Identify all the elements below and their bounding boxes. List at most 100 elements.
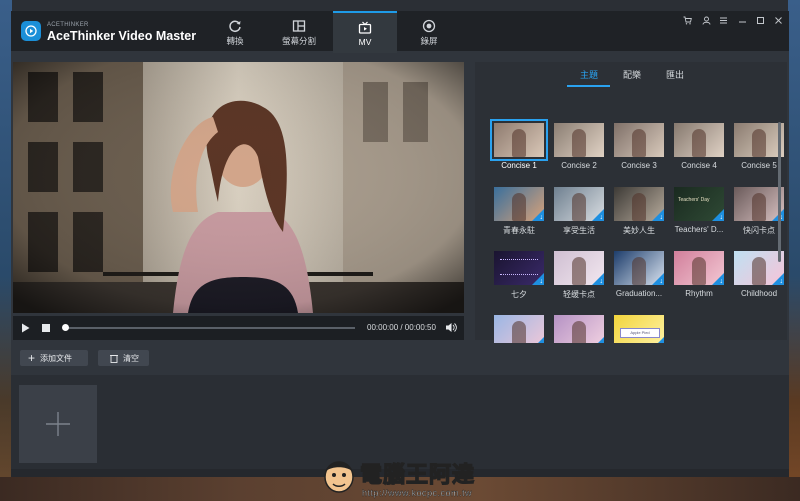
thumbnail-text: Apple Pied xyxy=(620,328,660,338)
mv-icon xyxy=(358,21,372,34)
stop-icon[interactable] xyxy=(42,324,50,332)
title-bar: ACETHINKER AceThinker Video Master 轉換 螢幕… xyxy=(11,11,789,53)
play-icon[interactable] xyxy=(21,323,30,333)
thumbnail-figure xyxy=(692,129,706,157)
progress-track[interactable] xyxy=(65,327,355,329)
thumbnail-figure xyxy=(692,257,706,285)
thumbnail-figure xyxy=(572,193,586,221)
refresh-icon xyxy=(229,20,241,33)
user-icon[interactable] xyxy=(700,16,712,27)
subtab-music[interactable]: 配樂 xyxy=(614,68,650,81)
minimize-icon[interactable] xyxy=(736,16,748,27)
download-icon[interactable]: ↓ xyxy=(592,273,604,285)
site-watermark: 電腦王阿達 http://www.kocpc.com.tw xyxy=(322,455,522,501)
theme-thumbnail[interactable] xyxy=(554,123,604,157)
progress-handle[interactable] xyxy=(62,324,69,331)
theme-label: Teachers' D... xyxy=(674,225,724,234)
theme-thumbnail[interactable]: ↓ xyxy=(674,251,724,285)
theme-label: Concise 1 xyxy=(501,161,537,170)
tab-mv-label: MV xyxy=(358,37,372,47)
tab-record-label: 錄屏 xyxy=(420,36,438,46)
thumbnail-decoration xyxy=(500,259,538,275)
theme-thumbnail[interactable]: ↓ xyxy=(614,187,664,221)
theme-thumbnail[interactable]: ↓ xyxy=(554,187,604,221)
subtab-active-indicator xyxy=(567,85,610,87)
tab-convert[interactable]: 轉換 xyxy=(203,11,267,51)
plus-icon: + xyxy=(28,351,36,365)
download-icon[interactable]: ↓ xyxy=(652,273,664,285)
tab-split-screen[interactable]: 螢幕分割 xyxy=(267,11,331,51)
watermark-text: 電腦王阿達 xyxy=(359,461,476,487)
tab-mv[interactable]: MV xyxy=(333,11,397,53)
mascot-logo xyxy=(324,461,354,493)
theme-thumbnail[interactable]: ↓ xyxy=(554,251,604,285)
close-icon[interactable] xyxy=(772,16,784,27)
theme-label: 青春永駐 xyxy=(503,226,535,235)
theme-panel: 主題 配樂 匯出 Concise 1 Concise 2 Concise 3 Conc… xyxy=(475,62,787,349)
clear-button[interactable]: 清空 xyxy=(98,350,149,366)
download-icon[interactable]: ↓ xyxy=(712,209,724,221)
theme-label: Graduation... xyxy=(615,289,663,298)
app-title: AceThinker Video Master xyxy=(47,29,197,43)
theme-scrollbar[interactable] xyxy=(778,122,781,262)
theme-thumbnail[interactable]: ↓ xyxy=(734,251,784,285)
theme-label: 轻缓卡点 xyxy=(563,290,595,299)
theme-thumbnail[interactable]: ↓ xyxy=(494,187,544,221)
theme-label: 享受生活 xyxy=(563,226,595,235)
theme-label: 美妙人生 xyxy=(623,226,655,235)
theme-label: Concise 3 xyxy=(621,161,657,170)
theme-thumbnail[interactable] xyxy=(734,123,784,157)
brand-small-text: ACETHINKER xyxy=(47,22,89,28)
add-media-slot[interactable] xyxy=(19,385,97,463)
theme-thumbnail[interactable] xyxy=(490,119,548,161)
app-logo-icon xyxy=(21,21,41,41)
download-icon[interactable]: ↓ xyxy=(772,273,784,285)
thumbnail-figure xyxy=(752,129,766,157)
maximize-icon[interactable] xyxy=(754,16,766,27)
tab-split-screen-label: 螢幕分割 xyxy=(281,36,316,46)
download-icon[interactable]: ↓ xyxy=(652,209,664,221)
add-file-button[interactable]: + 添加文件 xyxy=(20,350,88,366)
video-preview[interactable] xyxy=(13,62,464,313)
thumbnail-figure xyxy=(572,129,586,157)
tab-record[interactable]: 錄屏 xyxy=(397,11,461,51)
time-display: 00:00:00 / 00:00:50 xyxy=(367,323,436,332)
theme-label: 七夕 xyxy=(511,290,527,299)
watermark-url: http://www.kocpc.com.tw xyxy=(362,488,473,498)
thumbnail-figure xyxy=(752,193,766,221)
tab-convert-label: 轉換 xyxy=(226,36,244,46)
theme-label: Rhythm xyxy=(685,289,713,298)
theme-thumbnail[interactable]: ↓ xyxy=(734,187,784,221)
panel-subtabs: 主題 配樂 匯出 xyxy=(475,62,787,88)
thumbnail-text: Teachers' Day xyxy=(678,197,710,203)
download-icon[interactable]: ↓ xyxy=(712,273,724,285)
theme-thumbnail[interactable] xyxy=(614,123,664,157)
theme-thumbnail[interactable] xyxy=(674,123,724,157)
split-screen-icon xyxy=(292,20,306,32)
download-icon[interactable]: ↓ xyxy=(592,209,604,221)
preview-image xyxy=(13,62,464,313)
thumbnail-figure xyxy=(512,193,526,221)
theme-thumbnail[interactable]: ↓ xyxy=(494,251,544,285)
subtab-theme[interactable]: 主題 xyxy=(571,68,607,81)
subtab-export[interactable]: 匯出 xyxy=(657,68,693,81)
download-icon[interactable]: ↓ xyxy=(532,209,544,221)
theme-thumbnail[interactable]: ↓ xyxy=(614,251,664,285)
desktop-background-right xyxy=(788,0,800,501)
volume-icon[interactable] xyxy=(445,322,457,333)
add-media-plus-icon xyxy=(46,412,70,436)
thumbnail-figure xyxy=(572,257,586,285)
cart-icon[interactable] xyxy=(681,16,693,27)
app-window: ACETHINKER AceThinker Video Master 轉換 螢幕… xyxy=(11,11,789,477)
player-controls: 00:00:00 / 00:00:50 xyxy=(13,316,464,340)
theme-thumbnail[interactable]: Teachers' Day ↓ xyxy=(674,187,724,221)
theme-label: Concise 2 xyxy=(561,161,597,170)
add-file-label: 添加文件 xyxy=(40,353,73,363)
theme-label: Concise 4 xyxy=(681,161,717,170)
thumbnail-figure xyxy=(512,129,526,157)
thumbnail-figure xyxy=(632,129,646,157)
menu-icon[interactable] xyxy=(717,16,729,27)
record-icon xyxy=(422,19,436,33)
thumbnail-figure xyxy=(632,193,646,221)
thumbnail-figure xyxy=(632,257,646,285)
